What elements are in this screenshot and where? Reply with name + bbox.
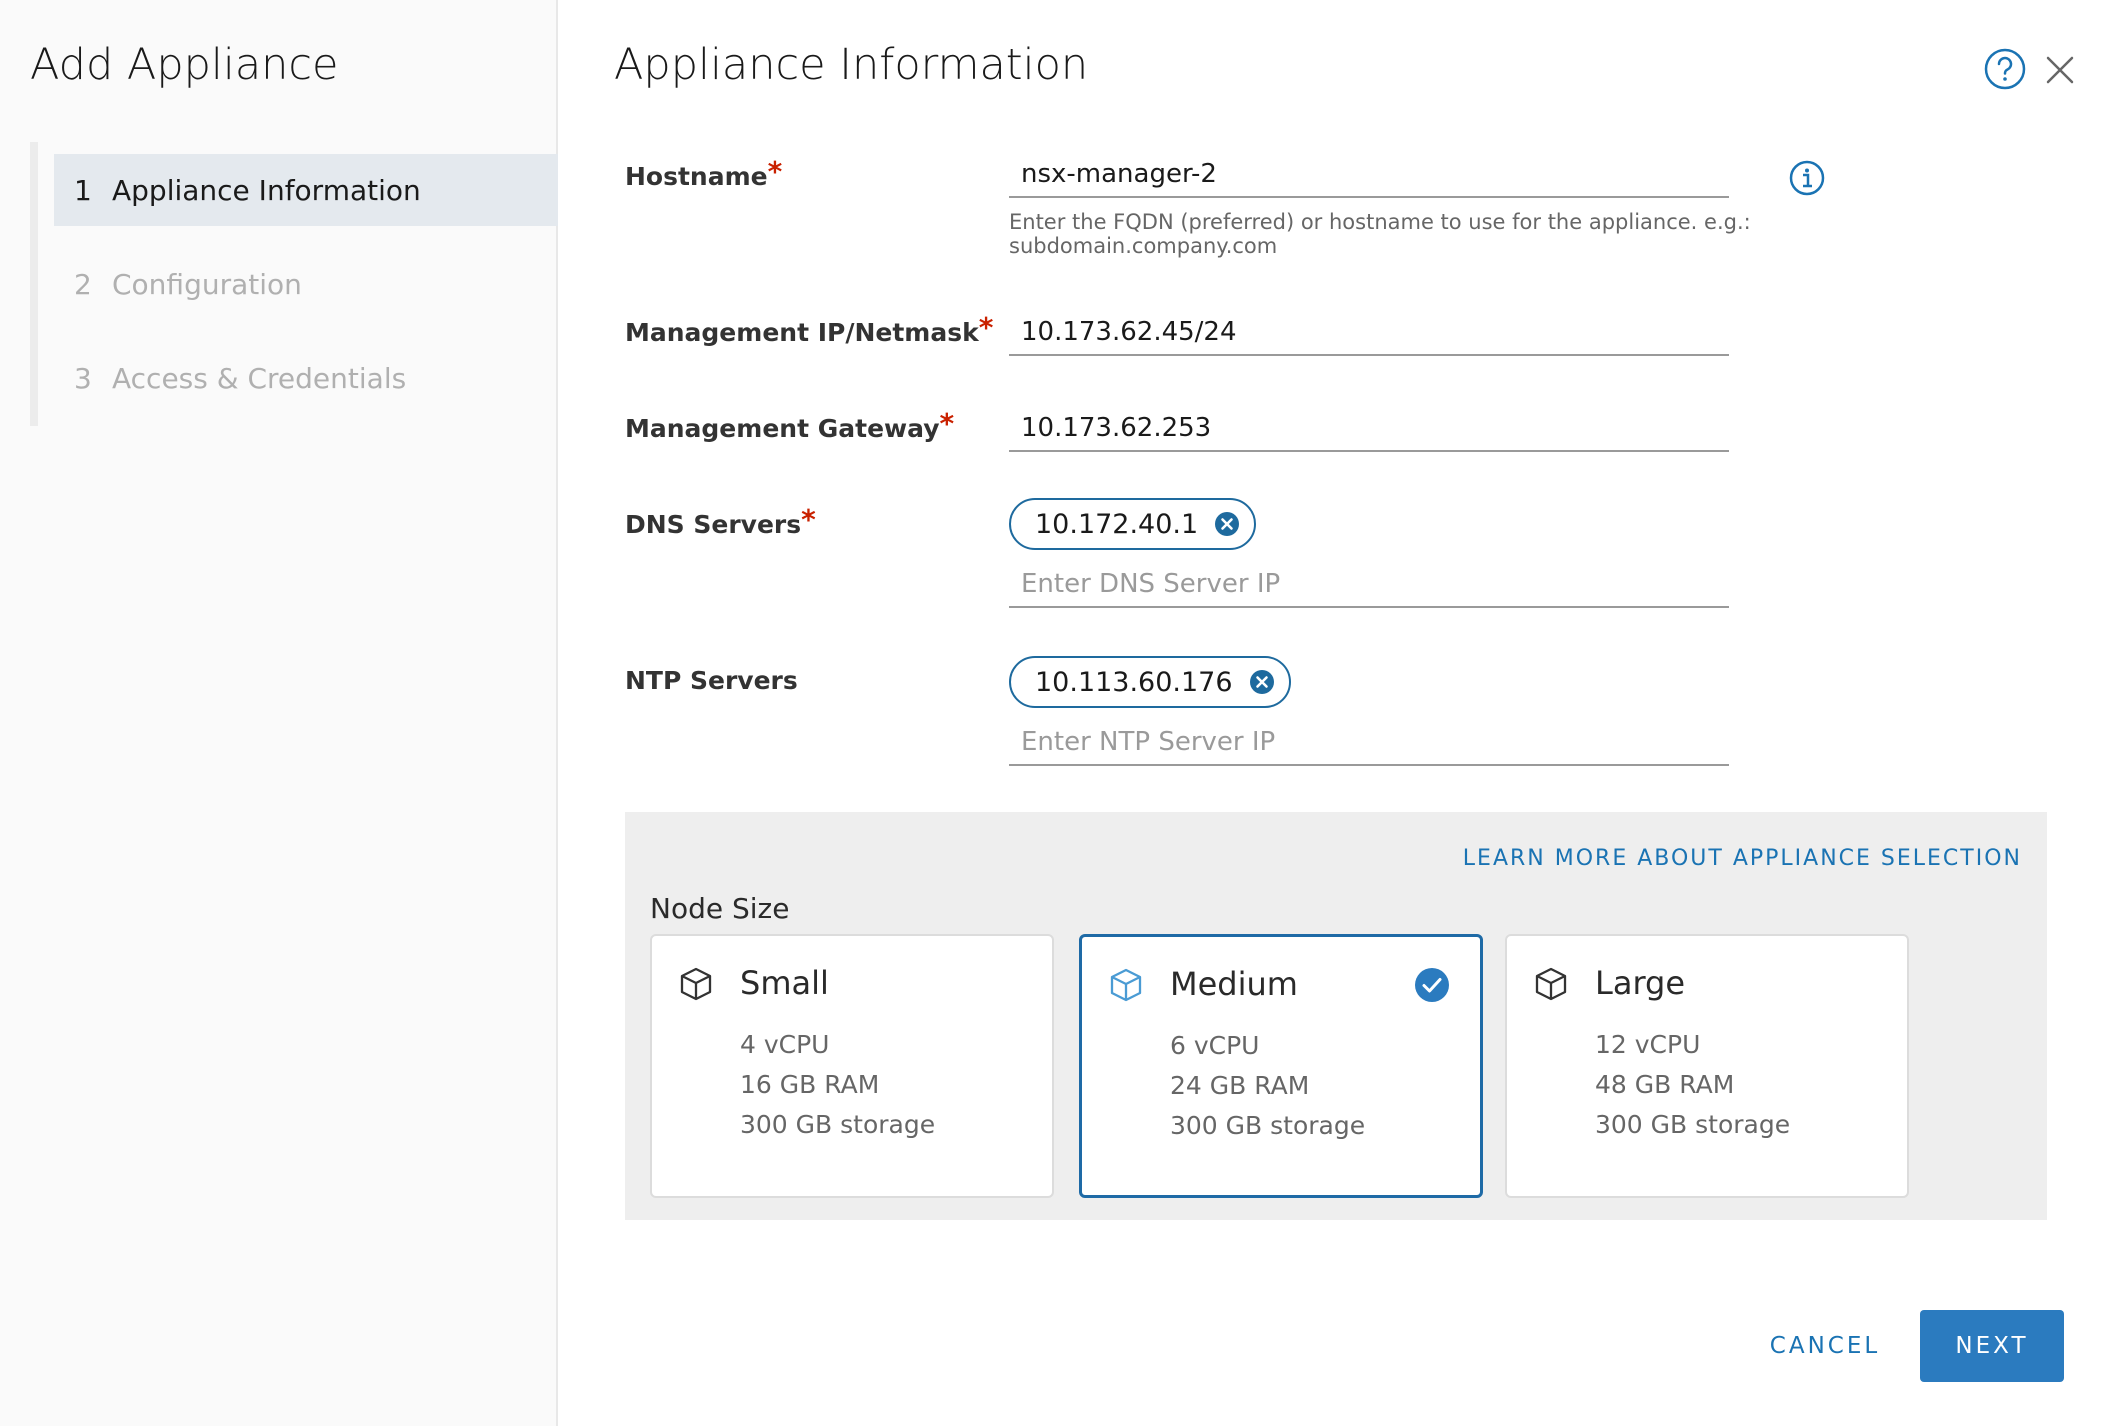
node-size-card-small[interactable]: Small 4 vCPU 16 GB RAM 300 GB storage xyxy=(650,934,1054,1198)
chip-label: 10.113.60.176 xyxy=(1035,666,1233,698)
card-ram: 48 GB RAM xyxy=(1595,1070,1735,1099)
ntp-server-field-wrapper xyxy=(1009,720,1729,766)
dns-servers-label: DNS Servers* xyxy=(625,503,816,540)
wizard-steps: 1 Appliance Information 2 Configuration … xyxy=(30,142,558,426)
card-ram: 16 GB RAM xyxy=(740,1070,880,1099)
hostname-helper-line1: Enter the FQDN (preferred) or hostname t… xyxy=(1009,210,1751,234)
mgmt-gateway-input[interactable] xyxy=(1009,406,1729,450)
node-size-panel: LEARN MORE ABOUT APPLIANCE SELECTION Nod… xyxy=(625,812,2047,1220)
required-mark: * xyxy=(978,311,994,344)
mgmt-gateway-label: Management Gateway* xyxy=(625,407,955,444)
ntp-servers-label: NTP Servers xyxy=(625,666,798,695)
step-label: Configuration xyxy=(112,267,302,301)
cube-icon xyxy=(1110,968,1142,1002)
step-configuration[interactable]: 2 Configuration xyxy=(54,248,558,320)
card-title: Medium xyxy=(1170,965,1298,1003)
hostname-label: Hostname* xyxy=(625,155,783,192)
cancel-button[interactable]: CANCEL xyxy=(1740,1310,1910,1382)
cube-icon xyxy=(680,967,712,1001)
dns-server-chip: 10.172.40.1 xyxy=(1009,498,1257,550)
ntp-server-chip: 10.113.60.176 xyxy=(1009,656,1291,708)
card-title: Large xyxy=(1595,964,1686,1002)
mgmt-gateway-field-wrapper xyxy=(1009,406,1729,452)
step-number: 3 xyxy=(74,361,92,395)
next-button[interactable]: NEXT xyxy=(1920,1310,2064,1382)
wizard-title: Add Appliance xyxy=(30,40,339,90)
card-storage: 300 GB storage xyxy=(1595,1110,1791,1139)
learn-more-link[interactable]: LEARN MORE ABOUT APPLIANCE SELECTION xyxy=(1463,846,2022,871)
wizard-sidebar: Add Appliance 1 Appliance Information 2 … xyxy=(0,0,558,1426)
required-mark: * xyxy=(939,407,955,440)
node-size-label: Node Size xyxy=(650,892,790,925)
step-number: 1 xyxy=(74,173,92,207)
ntp-server-input[interactable] xyxy=(1009,720,1729,764)
step-access-credentials[interactable]: 3 Access & Credentials xyxy=(54,342,558,414)
dns-server-input[interactable] xyxy=(1009,562,1729,606)
card-cpu: 4 vCPU xyxy=(740,1030,830,1059)
info-circle-icon[interactable] xyxy=(1789,160,1825,196)
node-size-card-large[interactable]: Large 12 vCPU 48 GB RAM 300 GB storage xyxy=(1505,934,1909,1198)
dns-server-field-wrapper xyxy=(1009,562,1729,608)
hostname-field-wrapper xyxy=(1009,152,1729,198)
mgmt-ip-label: Management IP/Netmask* xyxy=(625,311,994,348)
card-title: Small xyxy=(740,964,829,1002)
page-title: Appliance Information xyxy=(614,40,1089,90)
remove-circle-icon[interactable] xyxy=(1249,669,1275,695)
hostname-input[interactable] xyxy=(1009,152,1729,196)
step-label: Access & Credentials xyxy=(112,361,407,395)
remove-circle-icon[interactable] xyxy=(1214,511,1240,537)
check-circle-icon xyxy=(1415,968,1449,1002)
required-mark: * xyxy=(767,155,783,188)
mgmt-ip-field-wrapper xyxy=(1009,310,1729,356)
help-circle-icon[interactable] xyxy=(1984,48,2026,90)
card-cpu: 6 vCPU xyxy=(1170,1031,1260,1060)
card-storage: 300 GB storage xyxy=(1170,1111,1366,1140)
step-label: Appliance Information xyxy=(112,173,421,207)
card-storage: 300 GB storage xyxy=(740,1110,936,1139)
step-number: 2 xyxy=(74,267,92,301)
card-ram: 24 GB RAM xyxy=(1170,1071,1310,1100)
cube-icon xyxy=(1535,967,1567,1001)
required-mark: * xyxy=(801,503,816,536)
step-appliance-information[interactable]: 1 Appliance Information xyxy=(54,154,558,226)
chip-label: 10.172.40.1 xyxy=(1035,508,1199,540)
node-size-card-medium[interactable]: Medium 6 vCPU 24 GB RAM 300 GB storage xyxy=(1079,934,1483,1198)
hostname-helper-line2: subdomain.company.com xyxy=(1009,234,1278,258)
card-cpu: 12 vCPU xyxy=(1595,1030,1701,1059)
close-icon[interactable] xyxy=(2044,54,2076,86)
mgmt-ip-input[interactable] xyxy=(1009,310,1729,354)
